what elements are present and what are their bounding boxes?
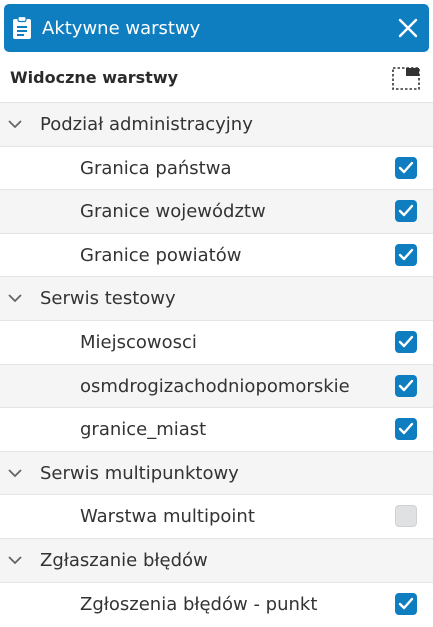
layer-visibility-checkbox[interactable] bbox=[395, 156, 417, 179]
visible-layers-bar: Widoczne warstwy bbox=[0, 56, 433, 102]
layer-label: Warstwa multipoint bbox=[80, 506, 255, 528]
layer-label: Miejscowosci bbox=[80, 331, 197, 353]
layer-visibility-checkbox[interactable] bbox=[395, 505, 417, 528]
checkmark-icon bbox=[398, 597, 414, 609]
layer-visibility-checkbox[interactable] bbox=[395, 330, 417, 353]
layer-label: Zgłoszenia błędów - punkt bbox=[80, 593, 318, 615]
chevron-down-icon[interactable] bbox=[7, 119, 23, 129]
layer-label: granice_miast bbox=[80, 419, 207, 441]
layer-tree: Podział administracyjny Granica państwa Gr… bbox=[0, 102, 433, 625]
layer-row: granice_miast bbox=[0, 407, 433, 451]
panel-title: Aktywne warstwy bbox=[42, 18, 201, 39]
chevron-down-icon[interactable] bbox=[7, 468, 23, 478]
layer-group[interactable]: Zgłaszanie błędów bbox=[0, 537, 433, 582]
checkmark-icon bbox=[398, 204, 414, 217]
layer-group[interactable]: Serwis multipunktowy bbox=[0, 450, 433, 495]
layer-group-label: Zgłaszanie błędów bbox=[40, 549, 208, 571]
close-icon[interactable] bbox=[397, 17, 419, 39]
layer-visibility-checkbox[interactable] bbox=[395, 592, 417, 615]
layer-group-label: Podział administracyjny bbox=[40, 114, 253, 135]
layer-row: osmdrogizachodniopomorskie bbox=[0, 363, 433, 408]
layer-row: Warstwa multipoint bbox=[0, 494, 433, 538]
checkmark-icon bbox=[398, 335, 414, 348]
layer-visibility-checkbox[interactable] bbox=[395, 200, 417, 223]
clipboard-icon bbox=[13, 16, 31, 39]
layer-label: Granice powiatów bbox=[80, 244, 242, 266]
layer-label: Granica państwa bbox=[80, 157, 232, 179]
chevron-down-icon[interactable] bbox=[7, 293, 23, 303]
layer-visibility-checkbox[interactable] bbox=[395, 418, 417, 441]
visible-layers-label: Widoczne warstwy bbox=[10, 68, 179, 87]
layer-row: Granice województw bbox=[0, 189, 433, 233]
checkmark-icon bbox=[398, 161, 414, 173]
layer-group-label: Serwis multipunktowy bbox=[40, 462, 239, 484]
layer-row: Granice powiatów bbox=[0, 232, 433, 277]
checkmark-icon bbox=[398, 379, 414, 391]
checkmark-icon bbox=[398, 248, 414, 260]
layer-visibility-checkbox[interactable] bbox=[395, 243, 417, 266]
chevron-down-icon[interactable] bbox=[7, 555, 23, 565]
layer-group[interactable]: Serwis testowy bbox=[0, 276, 433, 320]
checkmark-icon bbox=[398, 422, 414, 435]
layer-group-label: Serwis testowy bbox=[40, 288, 176, 310]
layer-group[interactable]: Podział administracyjny bbox=[0, 102, 433, 146]
layer-row: Miejscowosci bbox=[0, 319, 433, 364]
layer-label: Granice województw bbox=[80, 201, 266, 223]
layer-row: Granica państwa bbox=[0, 145, 433, 190]
panel-toggle-icon[interactable] bbox=[392, 67, 420, 90]
layer-visibility-checkbox[interactable] bbox=[395, 374, 417, 397]
active-layers-panel: Aktywne warstwy Widoczne warstwy Podział… bbox=[0, 0, 433, 627]
layer-row: Zgłoszenia błędów - punkt bbox=[0, 581, 433, 626]
panel-header: Aktywne warstwy bbox=[4, 4, 429, 52]
layer-label: osmdrogizachodniopomorskie bbox=[80, 375, 350, 397]
